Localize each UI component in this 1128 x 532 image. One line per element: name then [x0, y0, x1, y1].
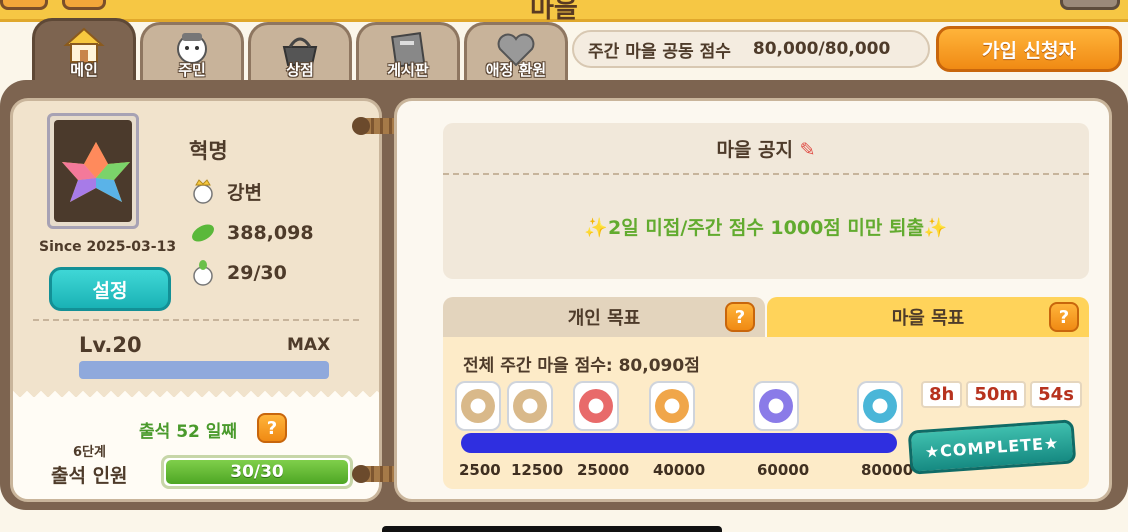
attendance-value: 30/30: [230, 462, 284, 482]
crown-villager-icon: [193, 179, 213, 204]
village-goal-help-button[interactable]: ?: [1049, 302, 1079, 332]
rainbow-leaf-icon: [62, 142, 130, 202]
village-goal-label: 마을 목표: [891, 308, 965, 329]
milestone-value: 80000: [861, 461, 914, 479]
reset-timer: 8h 50m 54s: [921, 381, 1082, 408]
medal-icon: [513, 389, 547, 423]
village-emblem: [47, 113, 139, 229]
village-points: 388,098: [227, 222, 314, 244]
tab-affection-label: 애정 환원: [485, 61, 547, 79]
timer-minutes: 50m: [966, 381, 1027, 408]
notice-title-row: 마을 공지 ✎: [443, 135, 1089, 162]
join-requests-button[interactable]: 가입 신청자: [936, 26, 1122, 72]
milestone-medal[interactable]: [857, 381, 903, 431]
leader-row: 강변: [189, 177, 262, 205]
weekly-score-value: 80,000/80,000: [752, 39, 891, 59]
village-info-panel: Since 2025-03-13 설정 혁명 강변 388,098 29/30 …: [10, 98, 382, 502]
level-progress-bar: [79, 361, 329, 379]
complete-button[interactable]: ★COMPLETE★: [907, 419, 1077, 475]
settings-button[interactable]: 설정: [49, 267, 171, 311]
tab-residents-label: 주민: [178, 61, 206, 79]
weekly-score-label: 주간 마을 공동 점수: [588, 41, 731, 62]
tab-residents[interactable]: 주민: [140, 22, 244, 84]
goal-tabs: 개인 목표 ? 마을 목표 ?: [443, 297, 1089, 337]
tab-village-goal[interactable]: 마을 목표: [767, 297, 1089, 337]
goal-progress-track: [461, 433, 897, 453]
milestone-value: 12500: [511, 461, 564, 479]
attendance-fill: 30/30: [166, 460, 348, 484]
menu-button[interactable]: [62, 0, 106, 10]
close-button[interactable]: [1060, 0, 1120, 10]
personal-goal-help-button[interactable]: ?: [725, 302, 755, 332]
milestone-medal[interactable]: [507, 381, 553, 431]
medal-icon: [863, 389, 897, 423]
milestone-medal[interactable]: [649, 381, 695, 431]
tab-personal-goal[interactable]: 개인 목표: [443, 297, 765, 337]
weekly-score-pill: 주간 마을 공동 점수 80,000/80,000: [572, 30, 930, 68]
member-count: 29/30: [227, 262, 287, 284]
medal-icon: [655, 389, 689, 423]
milestone-value: 25000: [577, 461, 630, 479]
tab-affection[interactable]: 애정 환원: [464, 22, 568, 84]
points-row: 388,098: [189, 219, 314, 247]
tab-main[interactable]: 메인: [32, 18, 136, 84]
attendance-days: 출석 52 일째: [139, 422, 238, 442]
village-notice-panel: 마을 공지 ✎ ✨2일 미접/주간 점수 1000점 미만 퇴출✨ 개인 목표 …: [394, 98, 1112, 502]
milestone-value: 60000: [757, 461, 810, 479]
milestone-medal[interactable]: [573, 381, 619, 431]
medal-icon: [759, 389, 793, 423]
divider: [33, 319, 359, 321]
rope-knob: [352, 117, 370, 135]
level-max-label: MAX: [287, 335, 331, 355]
milestone-medal[interactable]: [753, 381, 799, 431]
home-indicator: [382, 526, 722, 532]
pencil-icon[interactable]: ✎: [800, 139, 816, 161]
attendance-section: 출석 52 일째 ? 6단계 출석 인원 30/30: [13, 387, 379, 499]
attendance-stage: 6단계: [73, 445, 106, 460]
milestone-medal[interactable]: [455, 381, 501, 431]
milestone-value: 2500: [459, 461, 501, 479]
timer-seconds: 54s: [1030, 381, 1082, 408]
medal-icon: [461, 389, 495, 423]
tab-shop[interactable]: 상점: [248, 22, 352, 84]
total-weekly-score: 전체 주간 마을 점수: 80,090점: [463, 356, 700, 376]
tab-board-label: 게시판: [387, 61, 429, 79]
tab-bar: 메인 주민 상점 게시판 애정 환원: [32, 18, 572, 84]
tab-board[interactable]: 게시판: [356, 22, 460, 84]
tab-main-label: 메인: [70, 61, 98, 79]
back-button[interactable]: [0, 0, 48, 10]
members-row: 29/30: [189, 259, 287, 287]
notice-body: ✨2일 미접/주간 점수 1000점 미만 퇴출✨: [584, 217, 948, 239]
attendance-progress-bar: 30/30: [161, 455, 353, 489]
personal-goal-label: 개인 목표: [567, 308, 641, 329]
leader-name: 강변: [227, 181, 262, 204]
sprout-villager-icon: [193, 260, 213, 286]
attendance-help-button[interactable]: ?: [257, 413, 287, 443]
timer-hours: 8h: [921, 381, 963, 408]
village-level: Lv.20: [79, 333, 142, 357]
village-goal-body: 전체 주간 마을 점수: 80,090점 2500 12500 25000 40000…: [443, 337, 1089, 489]
milestone-value: 40000: [653, 461, 706, 479]
notice-divider: [443, 173, 1089, 175]
notice-box: 마을 공지 ✎ ✨2일 미접/주간 점수 1000점 미만 퇴출✨: [443, 123, 1089, 279]
tab-shop-label: 상점: [286, 61, 314, 79]
attendance-label: 출석 인원: [51, 465, 128, 487]
since-date: Since 2025-03-13: [39, 239, 177, 255]
notice-title: 마을 공지: [716, 139, 793, 161]
rope-knob: [352, 465, 370, 483]
leaf-icon: [192, 224, 214, 242]
medal-icon: [579, 389, 613, 423]
village-name: 혁명: [189, 139, 228, 163]
